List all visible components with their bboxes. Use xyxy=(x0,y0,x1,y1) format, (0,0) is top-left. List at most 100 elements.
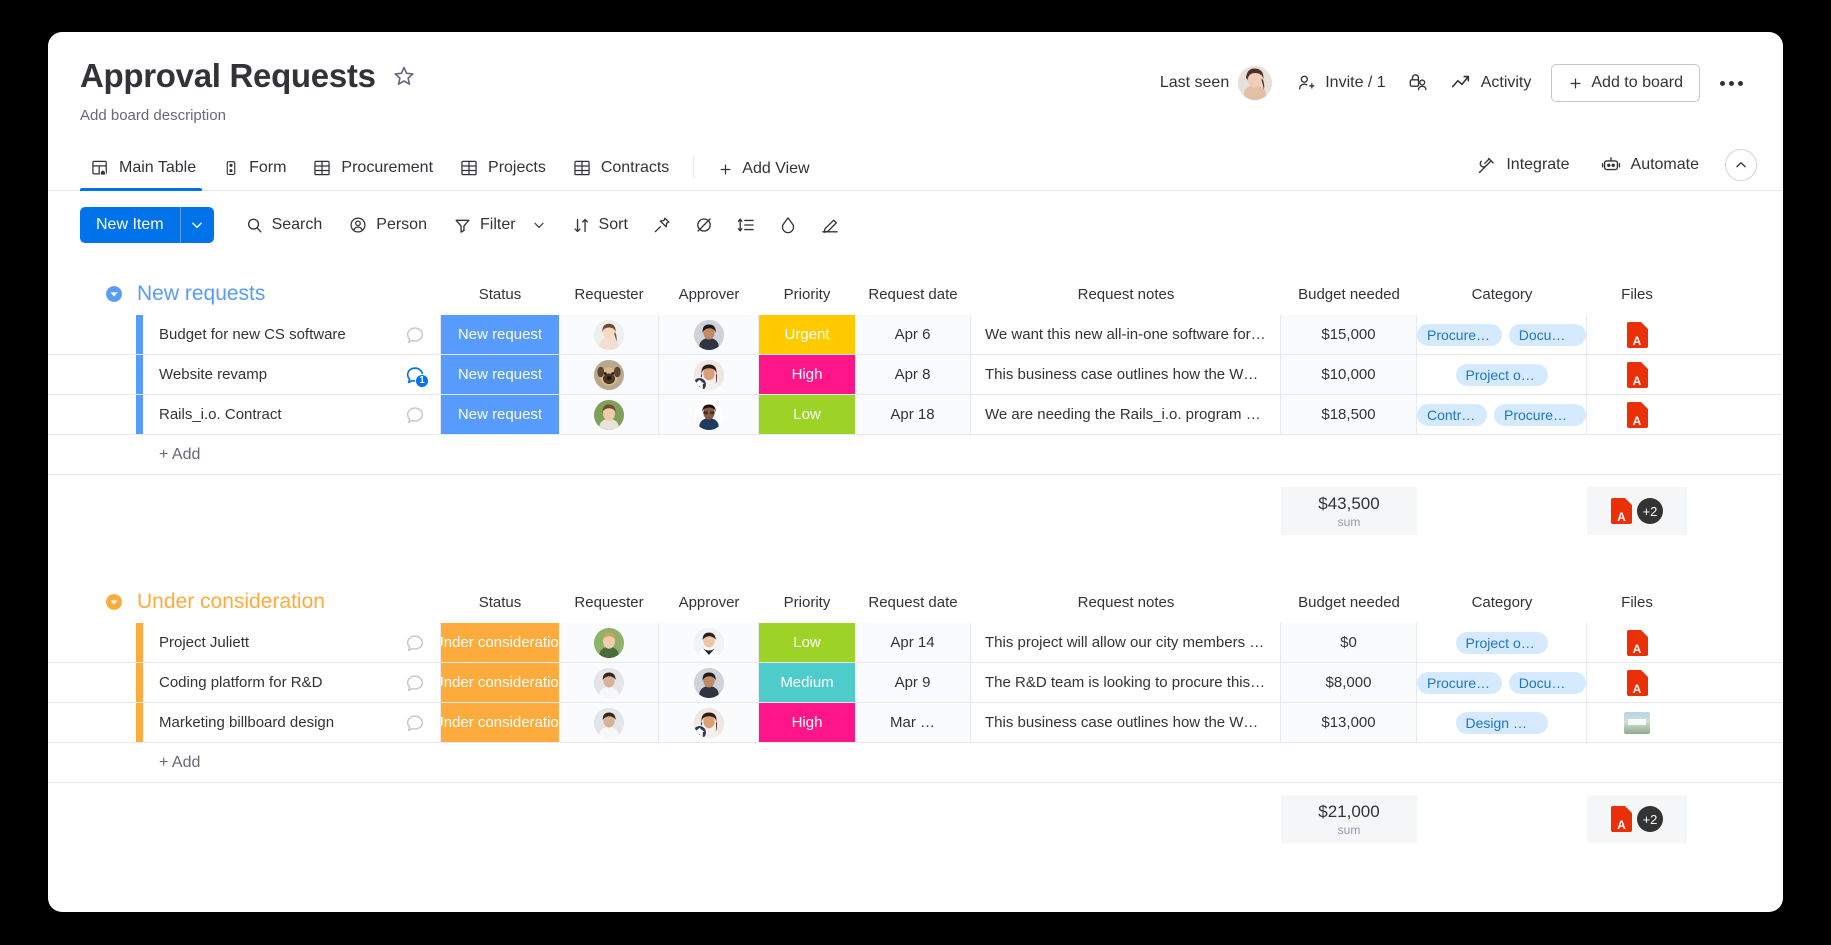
image-thumbnail[interactable] xyxy=(1624,711,1650,734)
add-item-row[interactable]: + Add xyxy=(48,435,1783,476)
cell-budget[interactable]: $10,000 xyxy=(1281,355,1417,395)
cell-priority[interactable]: Urgent xyxy=(759,315,855,355)
pdf-icon[interactable]: A xyxy=(1611,498,1632,525)
category-tag[interactable]: Docume… xyxy=(1508,323,1586,346)
table-row[interactable]: Website revamp 1 New request High Apr 8 T… xyxy=(48,355,1783,396)
cell-budget[interactable]: $15,000 xyxy=(1281,315,1417,355)
cell-request-date[interactable]: Apr 18 xyxy=(855,395,971,435)
cell-request-date[interactable]: Apr 8 xyxy=(855,355,971,395)
category-tag[interactable]: Docume… xyxy=(1508,671,1586,694)
last-seen[interactable]: Last seen xyxy=(1148,60,1284,106)
category-tag[interactable]: Procurement xyxy=(1494,403,1586,426)
cell-approver[interactable] xyxy=(659,663,759,703)
category-tag[interactable]: Procurem… xyxy=(1417,323,1502,346)
cell-category[interactable]: Project outline xyxy=(1417,623,1587,663)
cell-request-notes[interactable]: We want this new all-in-one software for… xyxy=(971,315,1281,355)
cell-approver[interactable] xyxy=(659,315,759,355)
cell-requester[interactable] xyxy=(559,315,659,355)
search-button[interactable]: Search xyxy=(234,209,334,242)
category-tag[interactable]: Contract xyxy=(1417,403,1487,426)
cell-category[interactable]: Procurem… Docume… xyxy=(1417,315,1587,355)
column-header[interactable]: Files xyxy=(1587,594,1687,611)
pdf-icon[interactable]: A xyxy=(1626,321,1648,348)
pdf-icon[interactable]: A xyxy=(1626,669,1648,696)
table-row[interactable]: Rails_i.o. Contract New request Low Apr … xyxy=(48,395,1783,436)
cell-request-date[interactable]: Apr 6 xyxy=(855,315,971,355)
column-header[interactable]: Request date xyxy=(855,286,971,303)
column-header[interactable]: Request notes xyxy=(971,286,1281,303)
cell-request-notes[interactable]: This project will allow our city members… xyxy=(971,623,1281,663)
cell-budget[interactable]: $8,000 xyxy=(1281,663,1417,703)
cell-files[interactable]: A xyxy=(1587,315,1687,354)
comments-icon[interactable] xyxy=(404,404,426,426)
files-overflow-badge[interactable]: +2 xyxy=(1637,498,1663,525)
column-header[interactable]: Requester xyxy=(559,594,659,611)
row-height-icon[interactable] xyxy=(727,208,765,242)
cell-status[interactable]: New request xyxy=(441,395,559,435)
integrate-button[interactable]: Integrate xyxy=(1464,149,1581,182)
table-row[interactable]: Budget for new CS software New request U… xyxy=(48,315,1783,356)
pdf-icon[interactable]: A xyxy=(1626,361,1648,388)
comments-icon[interactable] xyxy=(404,712,426,734)
cell-approver[interactable] xyxy=(659,395,759,435)
cell-requester[interactable] xyxy=(559,703,659,743)
column-header[interactable]: Priority xyxy=(759,286,855,303)
cell-budget[interactable]: $18,500 xyxy=(1281,395,1417,435)
group-collapse-toggle[interactable] xyxy=(103,591,125,613)
cell-requester[interactable] xyxy=(559,623,659,663)
cell-status[interactable]: Under consideration xyxy=(441,703,559,743)
cell-requester[interactable] xyxy=(559,663,659,703)
invite-button[interactable]: Invite / 1 xyxy=(1284,67,1397,99)
pdf-icon[interactable]: A xyxy=(1626,401,1648,428)
cell-files[interactable]: A xyxy=(1587,355,1687,394)
add-item-cell[interactable]: + Add xyxy=(143,446,441,464)
avatar[interactable] xyxy=(1238,66,1273,100)
automate-button[interactable]: Automate xyxy=(1588,148,1711,182)
table-row[interactable]: Marketing billboard design Under conside… xyxy=(48,703,1783,744)
cell-category[interactable]: Contract Procurement xyxy=(1417,395,1587,435)
cell-priority[interactable]: Low xyxy=(759,623,855,663)
files-overflow-badge[interactable]: +2 xyxy=(1637,806,1663,833)
comments-icon[interactable] xyxy=(404,672,426,694)
column-header[interactable]: Status xyxy=(441,594,559,611)
column-header[interactable]: Status xyxy=(441,286,559,303)
add-to-board-button[interactable]: Add to board xyxy=(1551,64,1700,102)
tab-projects[interactable]: Projects xyxy=(449,158,562,190)
column-header[interactable]: Budget needed xyxy=(1281,594,1417,611)
cell-status[interactable]: Under consideration xyxy=(441,623,559,663)
column-header[interactable]: Priority xyxy=(759,594,855,611)
column-header[interactable]: Request notes xyxy=(971,594,1281,611)
cell-item-name[interactable]: Marketing billboard design xyxy=(143,703,441,743)
category-tag[interactable]: Project outline xyxy=(1455,631,1548,654)
table-row[interactable]: Project Juliett Under consideration Low … xyxy=(48,623,1783,664)
add-item-row[interactable]: + Add xyxy=(48,743,1783,784)
cell-category[interactable]: Procurem… Docume… xyxy=(1417,663,1587,703)
group-title[interactable]: New requests xyxy=(137,282,265,306)
more-options-icon[interactable] xyxy=(1710,73,1753,94)
cell-request-notes[interactable]: We are needing the Rails_i.o. program by… xyxy=(971,395,1281,435)
board-permissions-icon[interactable] xyxy=(1398,65,1438,101)
cell-request-notes[interactable]: This business case outlines how the Web … xyxy=(971,703,1281,743)
edit-icon[interactable] xyxy=(811,208,849,242)
cell-item-name[interactable]: Website revamp 1 xyxy=(143,355,441,395)
add-view-button[interactable]: Add View xyxy=(708,160,825,190)
category-tag[interactable]: Project outline xyxy=(1455,363,1548,386)
cell-item-name[interactable]: Budget for new CS software xyxy=(143,315,441,355)
cell-priority[interactable]: High xyxy=(759,703,855,743)
comments-icon[interactable] xyxy=(404,632,426,654)
cell-requester[interactable] xyxy=(559,395,659,435)
cell-approver[interactable] xyxy=(659,623,759,663)
column-header[interactable]: Category xyxy=(1417,594,1587,611)
cell-status[interactable]: Under consideration xyxy=(441,663,559,703)
group-collapse-toggle[interactable] xyxy=(103,283,125,305)
board-description[interactable]: Add board description xyxy=(80,107,1751,124)
pin-icon[interactable] xyxy=(643,208,681,242)
activity-button[interactable]: Activity xyxy=(1438,66,1544,100)
cell-files[interactable]: A xyxy=(1587,623,1687,662)
new-item-button[interactable]: New Item xyxy=(80,207,214,244)
cell-request-date[interactable]: Mar … xyxy=(855,703,971,743)
group-title[interactable]: Under consideration xyxy=(137,590,325,614)
collapse-header-button[interactable] xyxy=(1725,149,1757,182)
cell-category[interactable]: Design mockup xyxy=(1417,703,1587,743)
cell-item-name[interactable]: Coding platform for R&D xyxy=(143,663,441,703)
